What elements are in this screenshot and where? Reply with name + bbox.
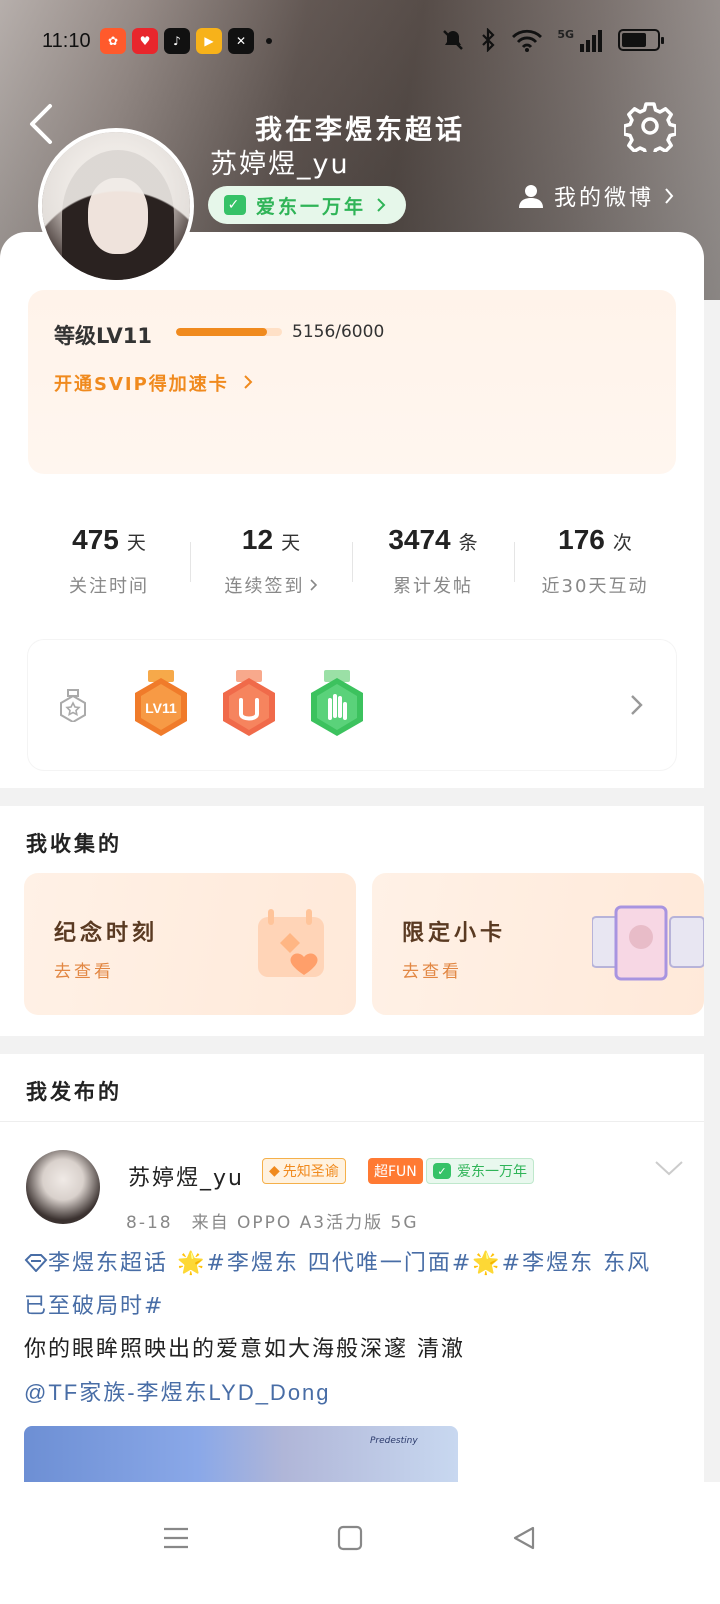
super-fun-badge: 超FUN: [368, 1158, 423, 1184]
profile-username: 苏婷煜_yu: [210, 149, 350, 180]
stat-label: 累计发帖: [393, 576, 473, 597]
collect-card-link: 去查看: [54, 962, 114, 982]
photo-cards-icon: [592, 905, 704, 981]
post-hashtags[interactable]: 李煜东超话 🌟#李煜东 四代唯一门面#🌟#李煜东 东风已至破局时#: [24, 1242, 674, 1328]
app-notification-icon: ✿: [100, 28, 126, 54]
post-mention-link[interactable]: @TF家族-李煜东LYD_Dong: [24, 1371, 674, 1414]
fan-title-tag-label: 爱东一万年: [457, 1164, 527, 1180]
signal-icon: [580, 30, 602, 52]
stat-unit: 天: [126, 533, 146, 554]
bluetooth-icon: [482, 28, 495, 52]
wifi-icon: [512, 29, 543, 52]
stat-number: 475: [72, 524, 119, 555]
posted-section-header: 我发布的: [0, 1054, 704, 1122]
memorial-moments-card[interactable]: 纪念时刻 去查看: [24, 873, 356, 1015]
post-image-caption: Predestiny: [370, 1436, 418, 1446]
collected-section-title: 我收集的: [26, 832, 122, 856]
chevron-right-icon: [309, 579, 317, 591]
prophet-badge: ◆ 先知圣谕: [262, 1158, 346, 1184]
chevron-right-icon: [244, 375, 253, 389]
medal-wall-icon: [60, 689, 86, 722]
menu-lines-icon: [164, 1527, 188, 1549]
chevron-right-icon: [665, 188, 674, 204]
notifications-muted-icon: [443, 30, 464, 50]
super-topic-diamond-icon: [24, 1254, 48, 1273]
profile-main-card: 等级LV11 5156/6000 开通SVIP得加速卡 475 天 关注时间 12…: [0, 232, 704, 788]
limited-cards-card[interactable]: 限定小卡 去查看: [372, 873, 704, 1015]
level-progress-bar: [176, 328, 282, 336]
home-button[interactable]: [330, 1518, 370, 1558]
posted-section-title: 我发布的: [26, 1080, 122, 1104]
fan-title-badge[interactable]: ✓ 爱东一万年: [208, 186, 407, 224]
notification-app-icons: ✿ ♥ ♪ ▶ ✕: [100, 28, 272, 54]
more-notifications-dot: [266, 38, 272, 44]
chevron-down-icon[interactable]: [654, 1160, 684, 1176]
prophet-badge-label: 先知圣谕: [282, 1164, 339, 1180]
stat-unit: 次: [612, 533, 632, 554]
my-weibo-label: 我的微博: [553, 186, 654, 211]
collect-card-title: 纪念时刻: [54, 921, 159, 946]
stat-total-posts: 3474 条 累计发帖: [352, 502, 514, 612]
app-notification-icon: ♥: [132, 28, 158, 54]
collect-card-link: 去查看: [402, 962, 462, 982]
fan-title-label: 爱东一万年: [256, 195, 367, 218]
tiktok-icon: ♪: [164, 28, 190, 54]
check-badge-icon: ✓: [224, 195, 246, 215]
calendar-heart-icon: [258, 909, 324, 977]
stats-row: 475 天 关注时间 12 天 连续签到 3474 条 累计发帖 176 次 近30天互…: [28, 502, 676, 612]
stat-number: 3474: [388, 524, 451, 555]
stat-checkin-streak[interactable]: 12 天 连续签到: [190, 502, 352, 612]
check-badge-icon: ✓: [433, 1163, 451, 1179]
medal-wall[interactable]: LV11: [28, 640, 676, 770]
stat-label: 关注时间: [69, 576, 149, 597]
hand-wave-medal-icon[interactable]: [304, 670, 370, 740]
collect-card-title: 限定小卡: [402, 921, 507, 946]
stat-unit: 天: [281, 533, 301, 554]
stat-follow-days: 475 天 关注时间: [28, 502, 190, 612]
stat-label: 近30天互动: [541, 576, 649, 597]
medal-level-text: LV11: [145, 700, 177, 716]
svip-link-label: 开通SVIP得加速卡: [54, 374, 229, 395]
stat-interactions: 176 次 近30天互动: [514, 502, 676, 612]
settings-gear-icon[interactable]: [624, 100, 676, 152]
recent-apps-button[interactable]: [156, 1518, 196, 1558]
level-label: 等级LV11: [54, 324, 152, 348]
stat-number: 176: [558, 524, 605, 555]
battery-icon: [618, 29, 664, 51]
status-indicators: 5G: [441, 27, 664, 52]
rock-hand-medal-icon[interactable]: [216, 670, 282, 740]
capcut-icon: ✕: [228, 28, 254, 54]
triangle-back-icon: [513, 1526, 535, 1550]
status-time: 11:10: [42, 30, 91, 52]
square-home-icon: [337, 1525, 363, 1551]
level-medal-icon[interactable]: LV11: [128, 670, 194, 740]
stat-unit: 条: [458, 533, 478, 554]
post-author-avatar[interactable]: [26, 1150, 100, 1224]
app-notification-icon: ▶: [196, 28, 222, 54]
chevron-right-icon: [631, 695, 643, 715]
post-hashtags-text: 李煜东超话 🌟#李煜东 四代唯一门面#🌟#李煜东 东风已至破局时#: [24, 1251, 652, 1319]
post-body-text: 你的眼眸照映出的爱意如大海般深邃 清澈: [24, 1337, 465, 1362]
user-icon: [518, 185, 543, 208]
fan-title-tag: ✓ 爱东一万年: [426, 1158, 534, 1184]
network-type: 5G: [557, 27, 574, 41]
system-navigation-bar: [0, 1482, 720, 1604]
post-image[interactable]: Predestiny: [24, 1426, 458, 1486]
svip-link[interactable]: 开通SVIP得加速卡: [54, 370, 253, 396]
profile-avatar[interactable]: [38, 128, 194, 284]
chevron-right-icon: [377, 198, 386, 212]
collected-section: 我收集的 纪念时刻 去查看 限定小卡 去查看: [0, 806, 704, 1036]
post-meta: 8-18 来自 OPPO A3活力版 5G: [126, 1213, 419, 1233]
level-progress-value: 5156/6000: [292, 322, 385, 342]
status-bar: 11:10 ✿ ♥ ♪ ▶ ✕ 5G: [0, 20, 720, 64]
back-nav-button[interactable]: [504, 1518, 544, 1558]
post-card[interactable]: 苏婷煜_yu ◆ 先知圣谕 超FUN ✓ 爱东一万年 8-18 来自 OPPO A3…: [0, 1122, 704, 1486]
level-progress-fill: [176, 328, 268, 336]
post-author-name[interactable]: 苏婷煜_yu: [128, 1160, 244, 1192]
level-card: 等级LV11 5156/6000 开通SVIP得加速卡: [28, 290, 676, 474]
stat-label: 连续签到: [224, 576, 305, 597]
stat-number: 12: [241, 524, 274, 555]
my-weibo-link[interactable]: 我的微博: [518, 180, 674, 212]
